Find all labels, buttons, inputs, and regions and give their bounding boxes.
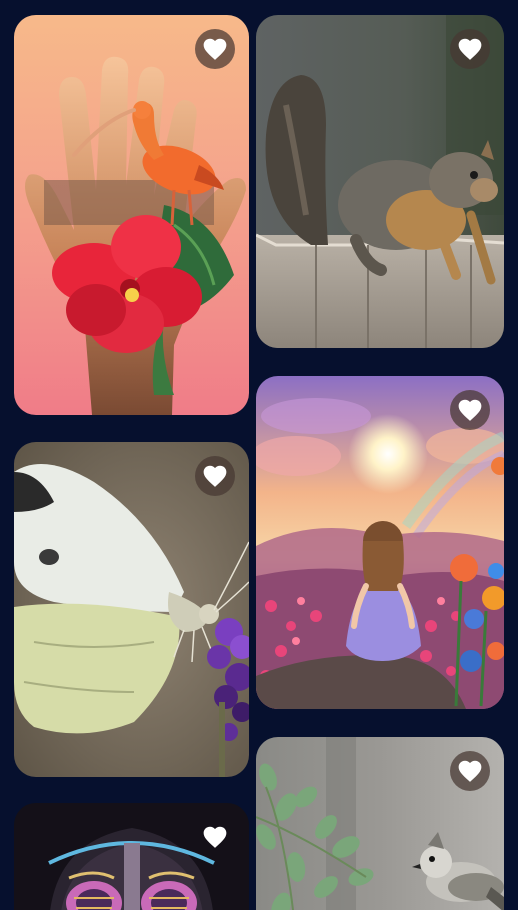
- image-card-hand-ibis-hibiscus[interactable]: [14, 15, 249, 415]
- hand-ibis-hibiscus-image: [14, 15, 249, 415]
- image-card-butterfly[interactable]: [14, 442, 249, 777]
- heart-icon: [458, 399, 482, 421]
- image-feed: [0, 0, 518, 910]
- favorite-button[interactable]: [195, 29, 235, 69]
- image-card-girl-flower-field[interactable]: [256, 376, 504, 709]
- heart-icon: [203, 38, 227, 60]
- favorite-button[interactable]: [195, 456, 235, 496]
- image-card-robot-face[interactable]: [14, 803, 249, 910]
- heart-icon: [203, 465, 227, 487]
- heart-icon: [458, 38, 482, 60]
- favorite-button[interactable]: [450, 390, 490, 430]
- favorite-button[interactable]: [450, 751, 490, 791]
- heart-icon: [203, 826, 227, 848]
- favorite-button[interactable]: [450, 29, 490, 69]
- favorite-button[interactable]: [195, 817, 235, 857]
- image-card-bird-branch[interactable]: [256, 737, 504, 910]
- heart-icon: [458, 760, 482, 782]
- image-card-squirrel-fence[interactable]: [256, 15, 504, 348]
